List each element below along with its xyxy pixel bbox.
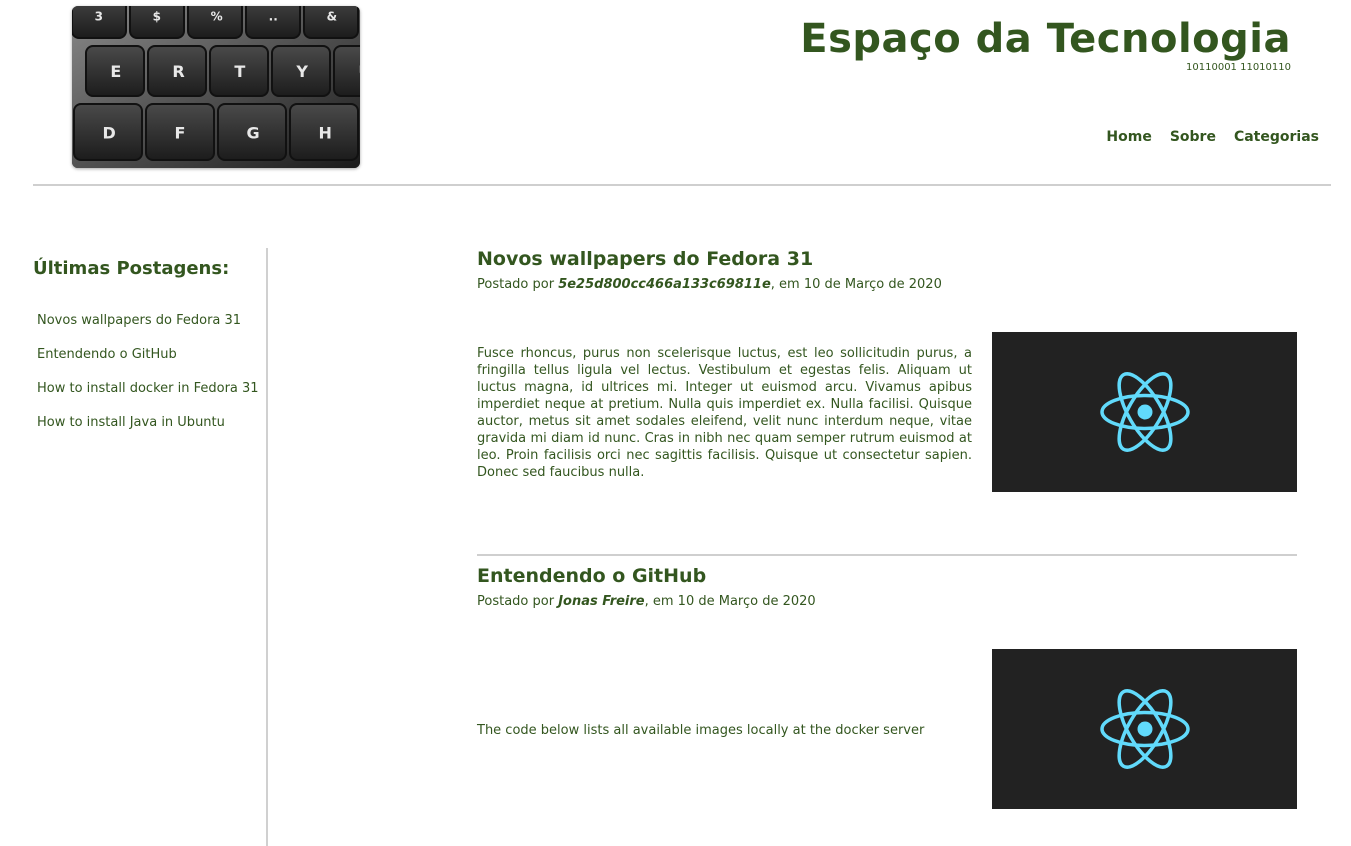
keyboard-key-label: Y (295, 62, 308, 81)
react-logo-icon (1099, 689, 1190, 769)
keyboard-key-label: D (103, 124, 116, 143)
post-card: Entendendo o GitHub Postado por Jonas Fr… (477, 565, 1297, 815)
header-divider (33, 184, 1331, 186)
nav-home-link[interactable]: Home (1106, 129, 1151, 145)
sidebar: Últimas Postagens: Novos wallpapers do F… (33, 248, 268, 846)
post-card: Novos wallpapers do Fedora 31 Postado po… (477, 248, 1297, 498)
post-author: Jonas Freire (558, 594, 645, 609)
keyboard-key-label: % (211, 10, 223, 24)
keyboard-key-label: G (247, 124, 260, 143)
header-keyboard-image: 3$%..&*ERTYUDFGH (72, 6, 360, 168)
site-title: Espaço da Tecnologia (800, 16, 1291, 62)
keyboard-key-label: & (327, 10, 337, 24)
main-nav: Home Sobre Categorias (1106, 129, 1319, 145)
keyboard-image: 3$%..&*ERTYUDFGH (72, 6, 360, 168)
post-divider (477, 554, 1297, 556)
keyboard-key-label: $ (153, 10, 161, 24)
keyboard-key-label: R (172, 62, 184, 81)
post-date: , em 10 de Março de 2020 (770, 277, 942, 292)
recent-post-link[interactable]: How to install Java in Ubuntu (37, 415, 266, 430)
post-thumbnail[interactable] (992, 649, 1297, 809)
post-meta: Postado por 5e25d800cc466a133c69811e, em… (477, 277, 1297, 292)
post-excerpt: The code below lists all available image… (477, 723, 925, 738)
keyboard-key-label: .. (269, 10, 278, 24)
sidebar-heading: Últimas Postagens: (33, 258, 230, 279)
post-thumbnail[interactable] (992, 332, 1297, 492)
post-date: , em 10 de Março de 2020 (644, 594, 816, 609)
keyboard-key-label: T (234, 62, 245, 81)
recent-post-link[interactable]: Novos wallpapers do Fedora 31 (37, 313, 266, 328)
post-meta-prefix: Postado por (477, 277, 559, 292)
keyboard-key (333, 45, 360, 97)
post-meta-prefix: Postado por (477, 594, 559, 609)
post-excerpt: Fusce rhoncus, purus non scelerisque luc… (477, 346, 972, 480)
post-title[interactable]: Entendendo o GitHub (477, 565, 1297, 587)
recent-posts-list: Novos wallpapers do Fedora 31 Entendendo… (37, 313, 266, 430)
keyboard-key-label: U (358, 62, 360, 81)
recent-post-link[interactable]: Entendendo o GitHub (37, 347, 266, 362)
nav-sobre-link[interactable]: Sobre (1170, 129, 1216, 145)
nav-categorias-link[interactable]: Categorias (1234, 129, 1319, 145)
react-logo-icon (1099, 372, 1190, 452)
post-title[interactable]: Novos wallpapers do Fedora 31 (477, 248, 1297, 270)
keyboard-key-label: F (175, 124, 186, 143)
keyboard-key-label: 3 (95, 10, 103, 24)
recent-post-link[interactable]: How to install docker in Fedora 31 (37, 381, 266, 396)
keyboard-key-label: E (110, 62, 121, 81)
site-subtitle: 10110001 11010110 (1186, 62, 1291, 73)
keyboard-key-label: H (319, 124, 332, 143)
post-author: 5e25d800cc466a133c69811e (558, 277, 771, 292)
post-meta: Postado por Jonas Freire, em 10 de Março… (477, 594, 1297, 609)
